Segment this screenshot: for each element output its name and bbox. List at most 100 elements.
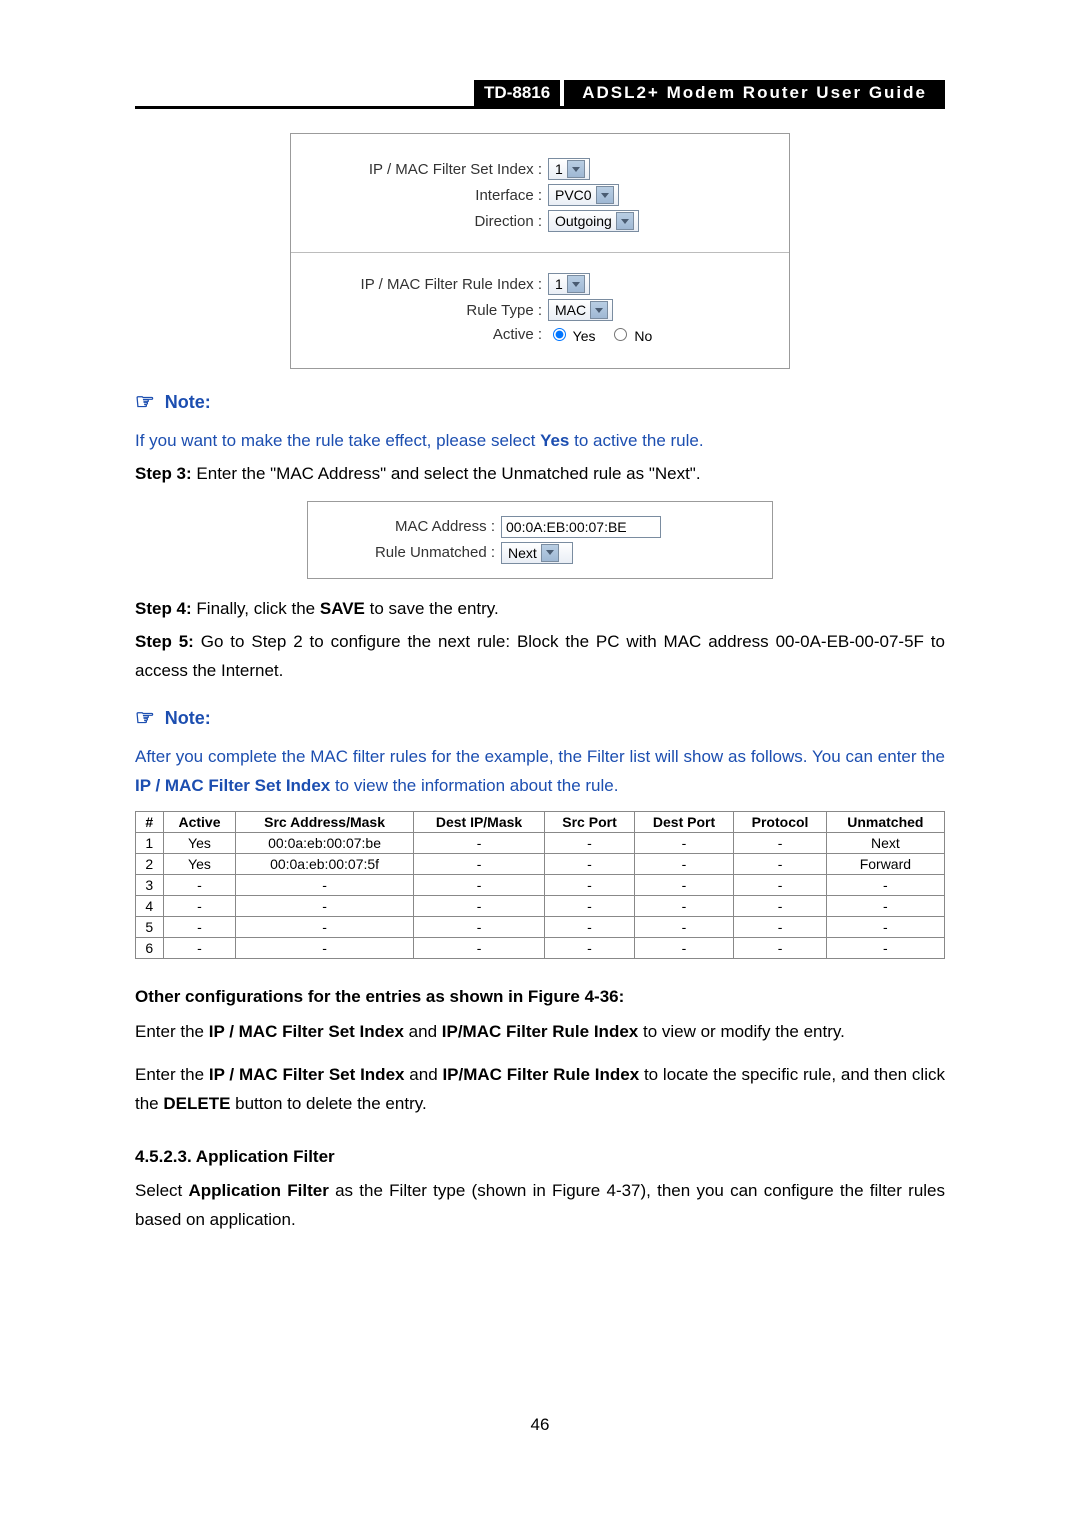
chevron-down-icon — [596, 186, 614, 204]
table-cell: - — [545, 875, 634, 896]
step4-text: Step 4: Finally, click the SAVE to save … — [135, 595, 945, 624]
table-header: Src Port — [545, 812, 634, 833]
chevron-down-icon — [590, 301, 608, 319]
active-no-radio[interactable]: No — [609, 325, 652, 344]
table-cell: 6 — [136, 938, 164, 959]
table-cell: - — [634, 875, 734, 896]
active-no-input[interactable] — [614, 328, 627, 341]
table-cell: - — [545, 938, 634, 959]
table-cell: - — [236, 896, 413, 917]
direction-value: Outgoing — [555, 213, 612, 229]
section-heading: 4.5.2.3. Application Filter — [135, 1147, 945, 1167]
rule-unmatched-select[interactable]: Next — [501, 542, 573, 564]
note1-text: If you want to make the rule take effect… — [135, 427, 945, 456]
table-cell: Yes — [163, 854, 236, 875]
table-cell: 5 — [136, 917, 164, 938]
set-index-select[interactable]: 1 — [548, 158, 590, 180]
table-header: # — [136, 812, 164, 833]
rule-type-label: Rule Type : — [307, 302, 548, 319]
mac-settings-panel: MAC Address : Rule Unmatched : Next — [307, 501, 773, 579]
chevron-down-icon — [567, 275, 585, 293]
chevron-down-icon — [567, 160, 585, 178]
table-cell: Yes — [163, 833, 236, 854]
note-heading-2: ☞ Note: — [135, 705, 945, 731]
table-cell: - — [413, 833, 545, 854]
interface-label: Interface : — [307, 187, 548, 204]
table-row: 1Yes00:0a:eb:00:07:be----Next — [136, 833, 945, 854]
active-yes-input[interactable] — [553, 328, 566, 341]
table-cell: - — [634, 917, 734, 938]
table-cell: 00:0a:eb:00:07:be — [236, 833, 413, 854]
table-cell: - — [413, 854, 545, 875]
table-row: 4------- — [136, 896, 945, 917]
table-header: Dest IP/Mask — [413, 812, 545, 833]
rule-index-value: 1 — [555, 276, 563, 292]
rule-type-value: MAC — [555, 302, 586, 318]
rule-index-label: IP / MAC Filter Rule Index : — [307, 276, 548, 293]
note2-text: After you complete the MAC filter rules … — [135, 743, 945, 801]
other-line1: Enter the IP / MAC Filter Set Index and … — [135, 1018, 945, 1047]
table-cell: - — [236, 875, 413, 896]
rule-unmatched-label: Rule Unmatched : — [320, 544, 501, 561]
header-model: TD-8816 — [474, 80, 560, 106]
filter-list-table: #ActiveSrc Address/MaskDest IP/MaskSrc P… — [135, 811, 945, 959]
table-cell: 4 — [136, 896, 164, 917]
filter-settings-panel: IP / MAC Filter Set Index : 1 Interface … — [290, 133, 790, 369]
header-title: ADSL2+ Modem Router User Guide — [564, 80, 945, 106]
table-header: Src Address/Mask — [236, 812, 413, 833]
direction-select[interactable]: Outgoing — [548, 210, 639, 232]
table-cell: - — [826, 875, 944, 896]
table-cell: - — [634, 854, 734, 875]
step5-text: Step 5: Go to Step 2 to configure the ne… — [135, 628, 945, 686]
interface-select[interactable]: PVC0 — [548, 184, 619, 206]
other-line2: Enter the IP / MAC Filter Set Index and … — [135, 1061, 945, 1119]
table-header: Protocol — [734, 812, 826, 833]
table-header: Dest Port — [634, 812, 734, 833]
table-cell: - — [634, 896, 734, 917]
table-cell: - — [413, 938, 545, 959]
table-header: Active — [163, 812, 236, 833]
active-label: Active : — [307, 326, 548, 343]
table-cell: - — [163, 896, 236, 917]
note-heading-1: ☞ Note: — [135, 389, 945, 415]
rule-unmatched-value: Next — [508, 545, 537, 561]
table-row: 2Yes00:0a:eb:00:07:5f----Forward — [136, 854, 945, 875]
table-cell: - — [545, 854, 634, 875]
interface-value: PVC0 — [555, 187, 592, 203]
table-cell: Forward — [826, 854, 944, 875]
table-cell: 2 — [136, 854, 164, 875]
rule-type-select[interactable]: MAC — [548, 299, 613, 321]
table-cell: - — [163, 917, 236, 938]
table-cell: - — [545, 917, 634, 938]
table-cell: - — [734, 875, 826, 896]
table-cell: 00:0a:eb:00:07:5f — [236, 854, 413, 875]
step3-text: Step 3: Enter the "MAC Address" and sele… — [135, 460, 945, 489]
table-cell: - — [545, 833, 634, 854]
mac-label: MAC Address : — [320, 518, 501, 535]
table-cell: - — [734, 896, 826, 917]
table-cell: 1 — [136, 833, 164, 854]
table-row: 5------- — [136, 917, 945, 938]
chevron-down-icon — [616, 212, 634, 230]
active-yes-radio[interactable]: Yes — [548, 325, 595, 344]
mac-address-input[interactable] — [501, 516, 661, 538]
table-cell: - — [634, 833, 734, 854]
table-cell: - — [163, 875, 236, 896]
table-cell: - — [413, 917, 545, 938]
table-header: Unmatched — [826, 812, 944, 833]
table-cell: - — [826, 917, 944, 938]
table-cell: - — [413, 875, 545, 896]
pointing-hand-icon: ☞ — [135, 389, 155, 415]
rule-index-select[interactable]: 1 — [548, 273, 590, 295]
table-cell: - — [236, 938, 413, 959]
set-index-value: 1 — [555, 161, 563, 177]
table-cell: - — [634, 938, 734, 959]
table-row: 6------- — [136, 938, 945, 959]
page-header: TD-8816 ADSL2+ Modem Router User Guide — [135, 80, 945, 109]
table-cell: - — [734, 833, 826, 854]
table-cell: - — [826, 938, 944, 959]
section-body: Select Application Filter as the Filter … — [135, 1177, 945, 1235]
table-row: 3------- — [136, 875, 945, 896]
direction-label: Direction : — [307, 213, 548, 230]
table-cell: - — [236, 917, 413, 938]
